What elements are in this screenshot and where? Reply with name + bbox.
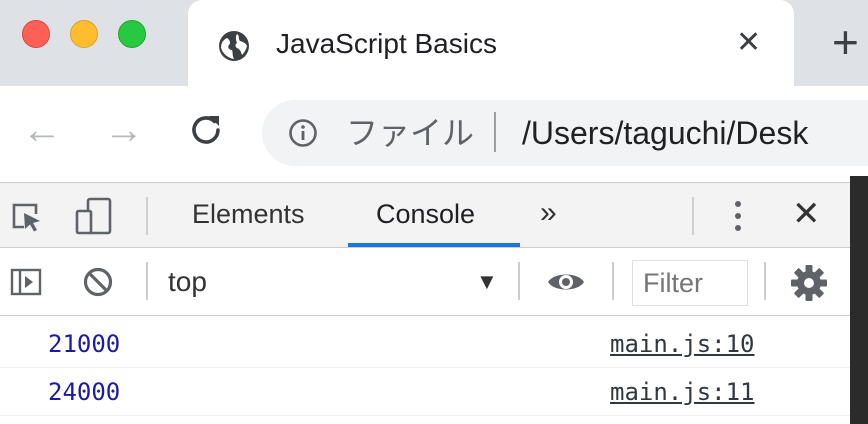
console-message-row: 21000 main.js:10 [0, 320, 868, 368]
toolbar-divider [518, 262, 520, 300]
url-text[interactable]: /Users/taguchi/Desk [522, 114, 808, 152]
live-expression-eye-icon[interactable] [546, 268, 586, 296]
browser-tab[interactable]: JavaScript Basics ✕ [188, 0, 794, 86]
tab-title: JavaScript Basics [276, 28, 497, 59]
tab-console[interactable]: Console [376, 197, 475, 231]
globe-icon [219, 31, 249, 61]
kebab-menu-icon[interactable] [728, 197, 748, 235]
console-messages: 21000 main.js:10 24000 main.js:11 [0, 316, 868, 424]
log-value: 21000 [48, 330, 121, 358]
log-value: 24000 [48, 378, 121, 406]
new-tab-button[interactable]: + [832, 19, 859, 65]
console-sidebar-icon[interactable] [10, 268, 42, 296]
toolbar-divider [146, 262, 148, 300]
window-edge [850, 176, 868, 424]
minimize-window-button[interactable] [70, 20, 98, 48]
reload-icon[interactable] [186, 110, 226, 150]
close-window-button[interactable] [22, 20, 50, 48]
more-tabs-button[interactable]: » [540, 195, 557, 231]
execution-context-select[interactable]: top ▼ [168, 264, 508, 300]
active-tab-indicator [348, 243, 520, 247]
omnibox-divider [494, 112, 496, 152]
gear-icon[interactable] [790, 264, 828, 302]
browser-toolbar: ← → ファイル /Users/taguchi/Desk [0, 86, 868, 176]
address-bar[interactable]: ファイル /Users/taguchi/Desk [262, 100, 868, 166]
forward-button[interactable]: → [104, 108, 144, 152]
devtools-tab-bar: Elements Console » ✕ [0, 182, 868, 248]
toolbar-divider [146, 197, 148, 235]
inspect-element-icon[interactable] [10, 201, 44, 233]
source-link[interactable]: main.js:10 [610, 328, 755, 360]
device-toggle-icon[interactable] [74, 197, 114, 235]
dropdown-arrow-icon: ▼ [476, 269, 498, 294]
context-label: top [168, 266, 207, 297]
toolbar-divider [612, 262, 614, 300]
zoom-window-button[interactable] [118, 20, 146, 48]
toolbar-divider [692, 197, 694, 235]
url-scheme-label: ファイル [346, 115, 475, 151]
info-icon[interactable] [288, 118, 318, 148]
filter-input[interactable] [632, 260, 748, 306]
clear-console-icon[interactable] [82, 266, 114, 298]
console-message-row: 24000 main.js:11 [0, 368, 868, 416]
back-button[interactable]: ← [22, 108, 62, 152]
toolbar-divider [764, 262, 766, 300]
title-bar: JavaScript Basics ✕ + [0, 0, 868, 86]
source-link[interactable]: main.js:11 [610, 376, 755, 408]
tab-elements[interactable]: Elements [192, 197, 305, 231]
console-toolbar: top ▼ [0, 248, 868, 316]
devtools-close-icon[interactable]: ✕ [792, 195, 821, 233]
tab-close-icon[interactable]: ✕ [736, 26, 761, 60]
